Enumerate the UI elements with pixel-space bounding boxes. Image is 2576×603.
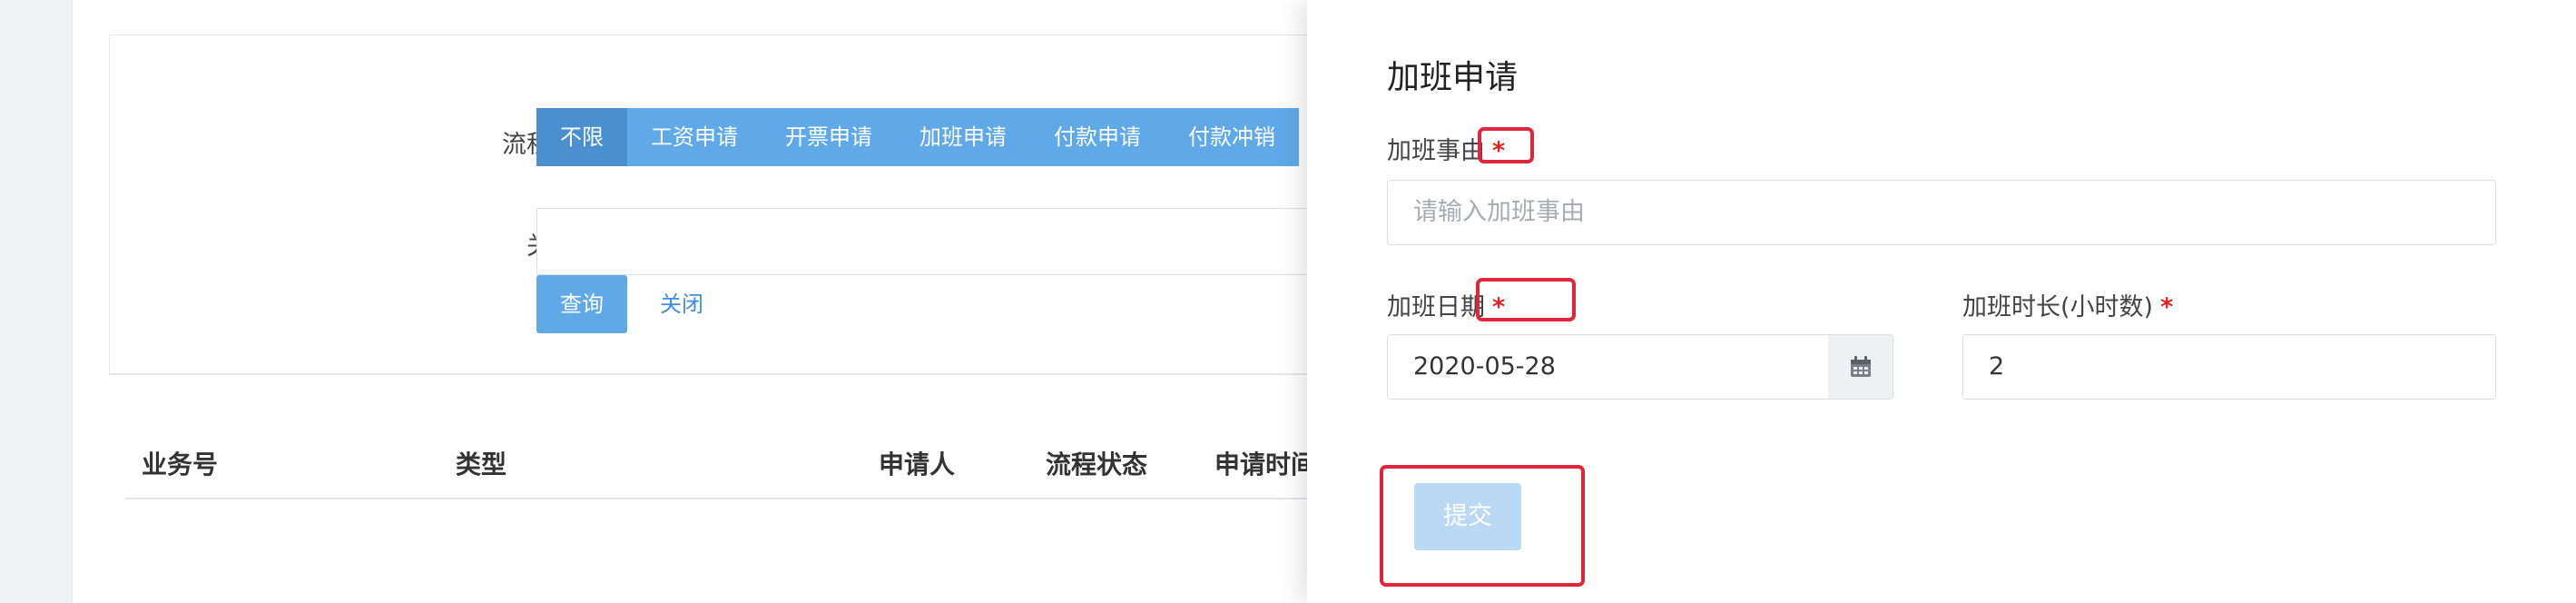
submit-button[interactable]: 提交: [1414, 483, 1521, 550]
side-nav-strip: [0, 0, 73, 603]
reason-placeholder: 请输入加班事由: [1413, 198, 1585, 226]
column-header-type[interactable]: 类型: [456, 445, 506, 481]
hours-input[interactable]: 2: [1962, 334, 2496, 400]
date-label: 加班日期 *: [1387, 287, 1505, 322]
close-link[interactable]: 关闭: [660, 275, 703, 333]
calendar-icon: [1850, 356, 1871, 377]
column-header-business-no[interactable]: 业务号: [142, 445, 218, 481]
reason-label: 加班事由 *: [1387, 131, 1505, 166]
required-mark: *: [1492, 137, 1506, 165]
flow-type-tabs: 不限 工资申请 开票申请 加班申请 付款申请 付款冲销: [536, 108, 1299, 166]
flow-type-tab-salary[interactable]: 工资申请: [627, 108, 762, 166]
required-mark: *: [1492, 293, 1506, 321]
divider: [109, 374, 1325, 375]
required-mark: *: [2160, 293, 2174, 321]
flow-type-tab-overtime[interactable]: 加班申请: [896, 108, 1030, 166]
flow-type-tab-payment[interactable]: 付款申请: [1030, 108, 1165, 166]
hours-label: 加班时长(小时数) *: [1962, 287, 2173, 322]
drawer-title: 加班申请: [1387, 59, 1519, 96]
filter-panel: 流程类型 不限 工资申请 开票申请 加班申请 付款申请 付款冲销 关键字 查询 …: [109, 35, 1326, 374]
date-label-text: 加班日期: [1387, 293, 1485, 321]
table-header: 业务号 类型 申请人 流程状态 申请时间: [125, 427, 1325, 499]
hours-label-text: 加班时长(小时数): [1962, 293, 2154, 321]
overtime-request-drawer: 加班申请 加班事由 * 请输入加班事由 加班日期 * 2020-05-28 加班时长…: [1307, 0, 2576, 603]
flow-type-tab-payment-writeoff[interactable]: 付款冲销: [1165, 108, 1299, 166]
flow-type-tab-invoice[interactable]: 开票申请: [762, 108, 896, 166]
column-header-flow-status[interactable]: 流程状态: [1046, 445, 1147, 481]
column-header-apply-time[interactable]: 申请时间: [1214, 445, 1316, 481]
column-header-applicant[interactable]: 申请人: [879, 445, 955, 481]
keyword-input[interactable]: [536, 208, 1326, 275]
reason-label-text: 加班事由: [1387, 137, 1485, 165]
flow-type-tab-any[interactable]: 不限: [536, 108, 627, 166]
query-button[interactable]: 查询: [536, 275, 627, 333]
calendar-button[interactable]: [1828, 334, 1893, 400]
date-input[interactable]: 2020-05-28: [1387, 334, 1830, 400]
reason-input[interactable]: 请输入加班事由: [1387, 180, 2496, 245]
